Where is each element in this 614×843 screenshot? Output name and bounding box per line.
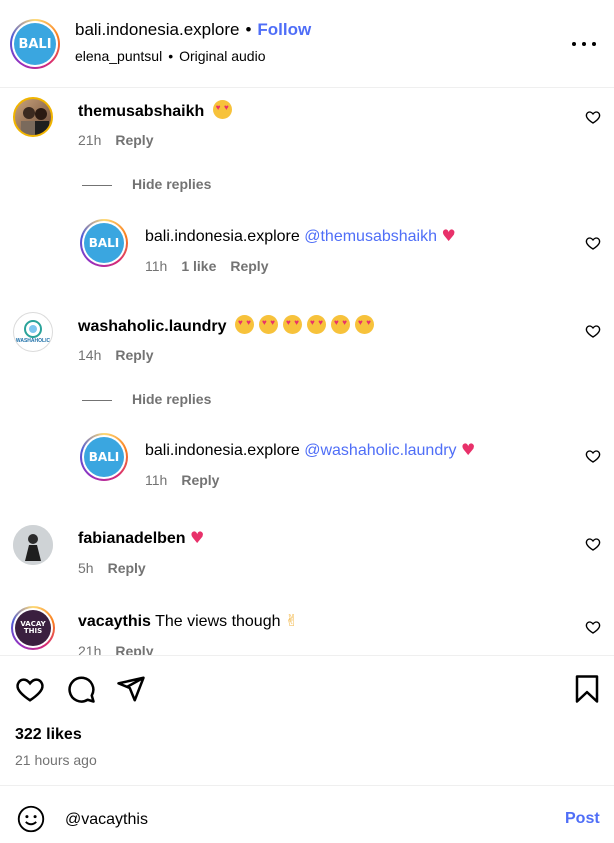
reply-username[interactable]: bali.indonesia.explore <box>145 442 300 459</box>
more-options-icon[interactable] <box>572 40 596 48</box>
hide-replies-button[interactable]: Hide replies <box>82 176 211 192</box>
audio-separator: • <box>168 48 174 64</box>
user-avatar[interactable]: WASHAHOLIC <box>13 312 53 352</box>
comment-username[interactable]: themusabshaikh <box>78 103 204 120</box>
hide-replies-label: Hide replies <box>132 176 212 192</box>
bali-logo: BALI <box>84 437 124 477</box>
bookmark-icon[interactable] <box>572 674 602 704</box>
comment-text: washaholic.laundry <box>78 315 379 336</box>
comment-username[interactable]: washaholic.laundry <box>78 318 226 335</box>
reply-text: bali.indonesia.explore @washaholic.laund… <box>145 440 475 460</box>
heart-emoji-icon: ♥ <box>461 440 476 459</box>
audio-info: elena_puntsul • Original audio <box>75 48 265 64</box>
heart-emoji-icon: ♥ <box>190 528 205 547</box>
heart-eyes-emoji-icon <box>212 100 232 119</box>
heart-eyes-emoji-icon <box>330 315 350 334</box>
comment-composer: Post <box>0 785 614 843</box>
comment-time: 21h <box>78 132 102 148</box>
post-actions: 322 likes 21 hours ago <box>0 655 614 785</box>
comment-input[interactable] <box>65 809 535 831</box>
comments-list[interactable]: themusabshaikh 21h Reply Hide replies BAL… <box>0 89 614 655</box>
post-button[interactable]: Post <box>565 810 600 828</box>
comment-username[interactable]: vacaythis <box>78 613 151 630</box>
reply-time: 11h <box>145 258 168 274</box>
heart-emoji-icon: ♥ <box>441 226 456 245</box>
post-header: BALI bali.indonesia.explore • Follow elena… <box>0 0 614 88</box>
share-icon[interactable] <box>116 674 146 704</box>
bali-logo: BALI <box>14 23 56 65</box>
like-icon[interactable] <box>15 674 45 704</box>
vacaythis-logo: VACAY THIS <box>15 610 51 646</box>
reply-button[interactable]: Reply <box>108 560 146 576</box>
profile-avatar[interactable]: BALI <box>10 19 60 69</box>
bali-logo: BALI <box>84 223 124 263</box>
heart-eyes-emoji-icon <box>234 315 254 334</box>
like-heart-icon[interactable] <box>585 109 601 125</box>
reply-meta: 11h Reply <box>145 472 233 488</box>
heart-eyes-emoji-icon <box>282 315 302 334</box>
comment-text: fabianadelben ♥ <box>78 528 204 548</box>
reply-button[interactable]: Reply <box>115 132 153 148</box>
heart-eyes-emoji-icon <box>354 315 374 334</box>
reply-button[interactable]: Reply <box>115 643 153 655</box>
follow-button[interactable]: Follow <box>257 20 311 39</box>
reply-button[interactable]: Reply <box>181 472 219 488</box>
ok-hand-emoji-icon: ✌ <box>284 611 299 630</box>
audio-user[interactable]: elena_puntsul <box>75 48 162 64</box>
comment-meta: 21h Reply <box>78 643 167 655</box>
like-heart-icon[interactable] <box>585 619 601 635</box>
reply-button[interactable]: Reply <box>115 347 153 363</box>
header-username[interactable]: bali.indonesia.explore <box>75 20 239 39</box>
emoji-group <box>234 315 379 335</box>
like-heart-icon[interactable] <box>585 323 601 339</box>
hide-replies-button[interactable]: Hide replies <box>82 391 211 407</box>
reply-likes[interactable]: 1 like <box>181 258 216 274</box>
user-avatar[interactable]: VACAY THIS <box>11 606 55 650</box>
reply-button[interactable]: Reply <box>230 258 268 274</box>
header-title-row: bali.indonesia.explore • Follow <box>75 20 311 40</box>
reply-avatar[interactable]: BALI <box>80 219 128 267</box>
comment-time: 5h <box>78 560 94 576</box>
comment-body: The views though <box>155 613 281 630</box>
washaholic-logo-text: WASHAHOLIC <box>15 338 51 344</box>
reply-text: bali.indonesia.explore @themusabshaikh ♥ <box>145 226 456 246</box>
comment-text: vacaythis The views though ✌ <box>78 611 298 631</box>
comment-meta: 5h Reply <box>78 560 160 576</box>
like-heart-icon[interactable] <box>585 235 601 251</box>
comment-meta: 14h Reply <box>78 347 167 363</box>
reply-avatar[interactable]: BALI <box>80 433 128 481</box>
likes-count[interactable]: 322 likes <box>15 726 82 744</box>
emoji-picker-icon[interactable] <box>17 805 45 833</box>
person-photo-icon <box>13 525 53 565</box>
like-heart-icon[interactable] <box>585 536 601 552</box>
post-time[interactable]: 21 hours ago <box>15 752 97 768</box>
couple-photo-icon <box>21 107 49 135</box>
reply-meta: 11h 1 like Reply <box>145 258 282 274</box>
reply-time: 11h <box>145 472 168 488</box>
reply-username[interactable]: bali.indonesia.explore <box>145 228 300 245</box>
audio-label[interactable]: Original audio <box>179 48 265 64</box>
comment-text: themusabshaikh <box>78 100 237 121</box>
comment-icon[interactable] <box>66 674 96 704</box>
washing-machine-icon <box>24 320 42 338</box>
heart-eyes-emoji-icon <box>258 315 278 334</box>
heart-eyes-emoji-icon <box>306 315 326 334</box>
reply-mention[interactable]: @washaholic.laundry <box>304 442 456 459</box>
header-separator: • <box>245 20 252 39</box>
hide-replies-label: Hide replies <box>132 391 212 407</box>
reply-mention[interactable]: @themusabshaikh <box>304 228 437 245</box>
divider-line <box>82 399 112 401</box>
comment-meta: 21h Reply <box>78 132 167 148</box>
divider-line <box>82 184 112 186</box>
comment-time: 21h <box>78 643 102 655</box>
comment-username[interactable]: fabianadelben <box>78 530 186 547</box>
comment-time: 14h <box>78 347 102 363</box>
user-avatar[interactable] <box>13 97 53 137</box>
user-avatar[interactable] <box>13 525 53 565</box>
like-heart-icon[interactable] <box>585 448 601 464</box>
